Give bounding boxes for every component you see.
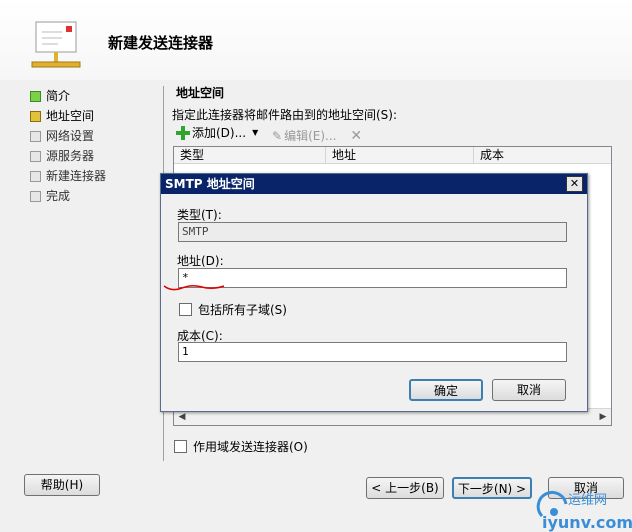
watermark-brand: 运维网 bbox=[568, 493, 607, 508]
address-toolbar: 添加(D)... ▼ ✎ 编辑(E)... ✕ bbox=[176, 124, 372, 144]
step-address-space[interactable]: 地址空间 bbox=[30, 106, 160, 126]
step-status-icon bbox=[30, 151, 41, 162]
column-address[interactable]: 地址 bbox=[326, 147, 474, 163]
wizard-steps: 简介 地址空间 网络设置 源服务器 新建连接器 完成 bbox=[30, 86, 160, 206]
column-type[interactable]: 类型 bbox=[174, 147, 326, 163]
type-label: 类型(T): bbox=[177, 208, 222, 222]
column-cost[interactable]: 成本 bbox=[474, 147, 611, 163]
step-intro[interactable]: 简介 bbox=[30, 86, 160, 106]
dropdown-arrow-icon[interactable]: ▼ bbox=[252, 128, 258, 137]
include-subdomains-label: 包括所有子域(S) bbox=[198, 303, 287, 317]
add-button[interactable]: 添加(D)... ▼ bbox=[176, 124, 258, 141]
type-field: SMTP bbox=[178, 222, 567, 242]
step-label: 源服务器 bbox=[46, 149, 95, 163]
watermark-site: iyunv.com bbox=[542, 513, 632, 532]
watermark-logo: 运维网 iyunv.com bbox=[536, 490, 632, 532]
scoped-connector-checkbox[interactable]: 作用域发送连接器(O) bbox=[174, 438, 308, 455]
step-source-server[interactable]: 源服务器 bbox=[30, 146, 160, 166]
step-label: 地址空间 bbox=[46, 109, 95, 123]
step-status-icon bbox=[30, 191, 41, 202]
step-network-settings[interactable]: 网络设置 bbox=[30, 126, 160, 146]
plus-icon bbox=[176, 125, 190, 140]
section-description: 指定此连接器将邮件路由到的地址空间(S): bbox=[172, 108, 398, 122]
step-status-icon bbox=[30, 171, 41, 182]
address-field[interactable]: * bbox=[178, 268, 567, 288]
add-label: 添加(D)... bbox=[192, 126, 247, 140]
checkbox-box[interactable] bbox=[174, 440, 187, 453]
dialog-cancel-button[interactable]: 取消 bbox=[492, 379, 566, 401]
address-label: 地址(D): bbox=[177, 254, 224, 268]
connector-icon bbox=[31, 21, 81, 68]
dialog-title: SMTP 地址空间 bbox=[165, 177, 255, 191]
close-icon[interactable]: ✕ bbox=[566, 176, 583, 192]
wizard-title: 新建发送连接器 bbox=[108, 34, 214, 52]
edit-button[interactable]: ✎ 编辑(E)... bbox=[272, 127, 336, 144]
list-header: 类型 地址 成本 bbox=[174, 147, 611, 164]
step-status-icon bbox=[30, 131, 41, 142]
step-status-icon bbox=[30, 91, 41, 102]
include-subdomains-checkbox[interactable]: 包括所有子域(S) bbox=[179, 301, 287, 318]
step-label: 完成 bbox=[46, 189, 71, 203]
pencil-icon: ✎ bbox=[272, 128, 283, 143]
section-title: 地址空间 bbox=[176, 86, 225, 100]
scoped-connector-label: 作用域发送连接器(O) bbox=[193, 440, 308, 454]
step-label: 简介 bbox=[46, 89, 71, 103]
cost-field[interactable]: 1 bbox=[178, 342, 567, 362]
edit-label: 编辑(E)... bbox=[284, 129, 337, 143]
help-button[interactable]: 帮助(H) bbox=[24, 474, 100, 496]
dialog-title-bar: SMTP 地址空间 ✕ bbox=[161, 174, 587, 194]
delete-icon[interactable]: ✕ bbox=[350, 128, 362, 144]
next-button[interactable]: 下一步(N) > bbox=[452, 477, 532, 499]
checkbox-box[interactable] bbox=[179, 303, 192, 316]
step-label: 网络设置 bbox=[46, 129, 95, 143]
scroll-right-icon[interactable]: ▶ bbox=[595, 409, 611, 425]
step-new-connector[interactable]: 新建连接器 bbox=[30, 166, 160, 186]
step-status-icon bbox=[30, 111, 41, 122]
wizard-header bbox=[0, 0, 632, 80]
annotation-underline bbox=[163, 284, 225, 291]
ok-button[interactable]: 确定 bbox=[409, 379, 483, 401]
step-label: 新建连接器 bbox=[46, 169, 107, 183]
back-button[interactable]: < 上一步(B) bbox=[366, 477, 444, 499]
step-completion[interactable]: 完成 bbox=[30, 186, 160, 206]
